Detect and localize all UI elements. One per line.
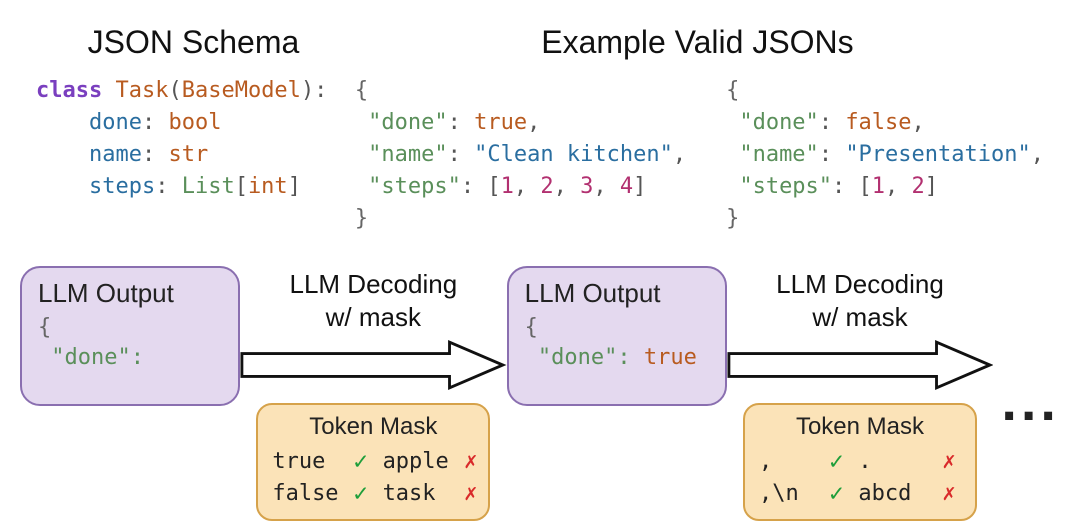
llm-output-box: LLM Output { "done": true xyxy=(507,266,727,406)
class-name: Task xyxy=(115,78,168,103)
check-icon: ✓ xyxy=(349,447,373,475)
token-mask-grid: , ✓ . ✗ ,\n ✓ abcd ✗ xyxy=(759,447,961,507)
mask-token: apple xyxy=(383,449,449,474)
mask-token: ,\n xyxy=(759,481,814,506)
cross-icon: ✗ xyxy=(459,481,483,506)
arrow-label: LLM Decoding w/ mask xyxy=(776,268,944,333)
token-mask-title: Token Mask xyxy=(759,413,961,441)
token-mask-grid: true ✓ apple ✗ false ✓ task ✗ xyxy=(272,447,474,507)
step-llm-2: LLM Output { "done": true xyxy=(507,266,727,406)
mask-token: true xyxy=(272,449,338,474)
mask-token: abcd xyxy=(858,481,927,506)
arrow-block-2: LLM Decoding w/ mask Token Mask , ✓ . ✗ … xyxy=(727,266,994,521)
schema-column: JSON Schema class Task(BaseModel): done:… xyxy=(36,24,351,234)
flow-section: LLM Output { "done": LLM Decoding w/ mas… xyxy=(0,242,1080,502)
example-json: { "done": true, "name": "Clean kitchen",… xyxy=(355,75,686,234)
field-type-inner: int xyxy=(248,174,288,199)
schema-heading: JSON Schema xyxy=(36,24,351,61)
examples-heading: Example Valid JSONs xyxy=(351,24,1044,61)
token-mask-box: Token Mask , ✓ . ✗ ,\n ✓ abcd ✗ xyxy=(743,403,977,521)
cross-icon: ✗ xyxy=(937,481,961,506)
examples-column: Example Valid JSONs { "done": true, "nam… xyxy=(351,24,1044,234)
arrow-right-icon xyxy=(240,339,507,391)
check-icon: ✓ xyxy=(349,479,373,507)
schema-code: class Task(BaseModel): done: bool name: … xyxy=(36,75,351,203)
continuation-ellipsis: ... xyxy=(1001,368,1060,433)
token-mask-title: Token Mask xyxy=(272,413,474,441)
llm-output-title: LLM Output xyxy=(525,278,709,309)
step-llm-1: LLM Output { "done": xyxy=(20,266,240,406)
top-section: JSON Schema class Task(BaseModel): done:… xyxy=(0,0,1080,242)
example-json: { "done": false, "name": "Presentation",… xyxy=(726,75,1044,234)
arrow-label: LLM Decoding w/ mask xyxy=(290,268,458,333)
mask-token: . xyxy=(858,449,927,474)
field-type-outer: List xyxy=(182,174,235,199)
llm-output-box: LLM Output { "done": xyxy=(20,266,240,406)
llm-output-content: { "done": true xyxy=(525,313,709,372)
field-type: str xyxy=(168,142,208,167)
field-name: name xyxy=(89,142,142,167)
cross-icon: ✗ xyxy=(937,449,961,474)
field-name: done xyxy=(89,110,142,135)
llm-output-title: LLM Output xyxy=(38,278,222,309)
kw-class: class xyxy=(36,78,102,103)
base-class: BaseModel xyxy=(182,78,301,103)
mask-token: task xyxy=(383,481,449,506)
mask-token: false xyxy=(272,481,338,506)
check-icon: ✓ xyxy=(824,479,848,507)
arrow-right-icon xyxy=(727,339,994,391)
field-name: steps xyxy=(89,174,155,199)
token-mask-box: Token Mask true ✓ apple ✗ false ✓ task ✗ xyxy=(256,403,490,521)
examples-row: { "done": true, "name": "Clean kitchen",… xyxy=(351,75,1044,234)
field-type: bool xyxy=(168,110,221,135)
arrow-block-1: LLM Decoding w/ mask Token Mask true ✓ a… xyxy=(240,266,507,521)
mask-token: , xyxy=(759,449,814,474)
cross-icon: ✗ xyxy=(459,449,483,474)
llm-output-content: { "done": xyxy=(38,313,222,372)
check-icon: ✓ xyxy=(824,447,848,475)
